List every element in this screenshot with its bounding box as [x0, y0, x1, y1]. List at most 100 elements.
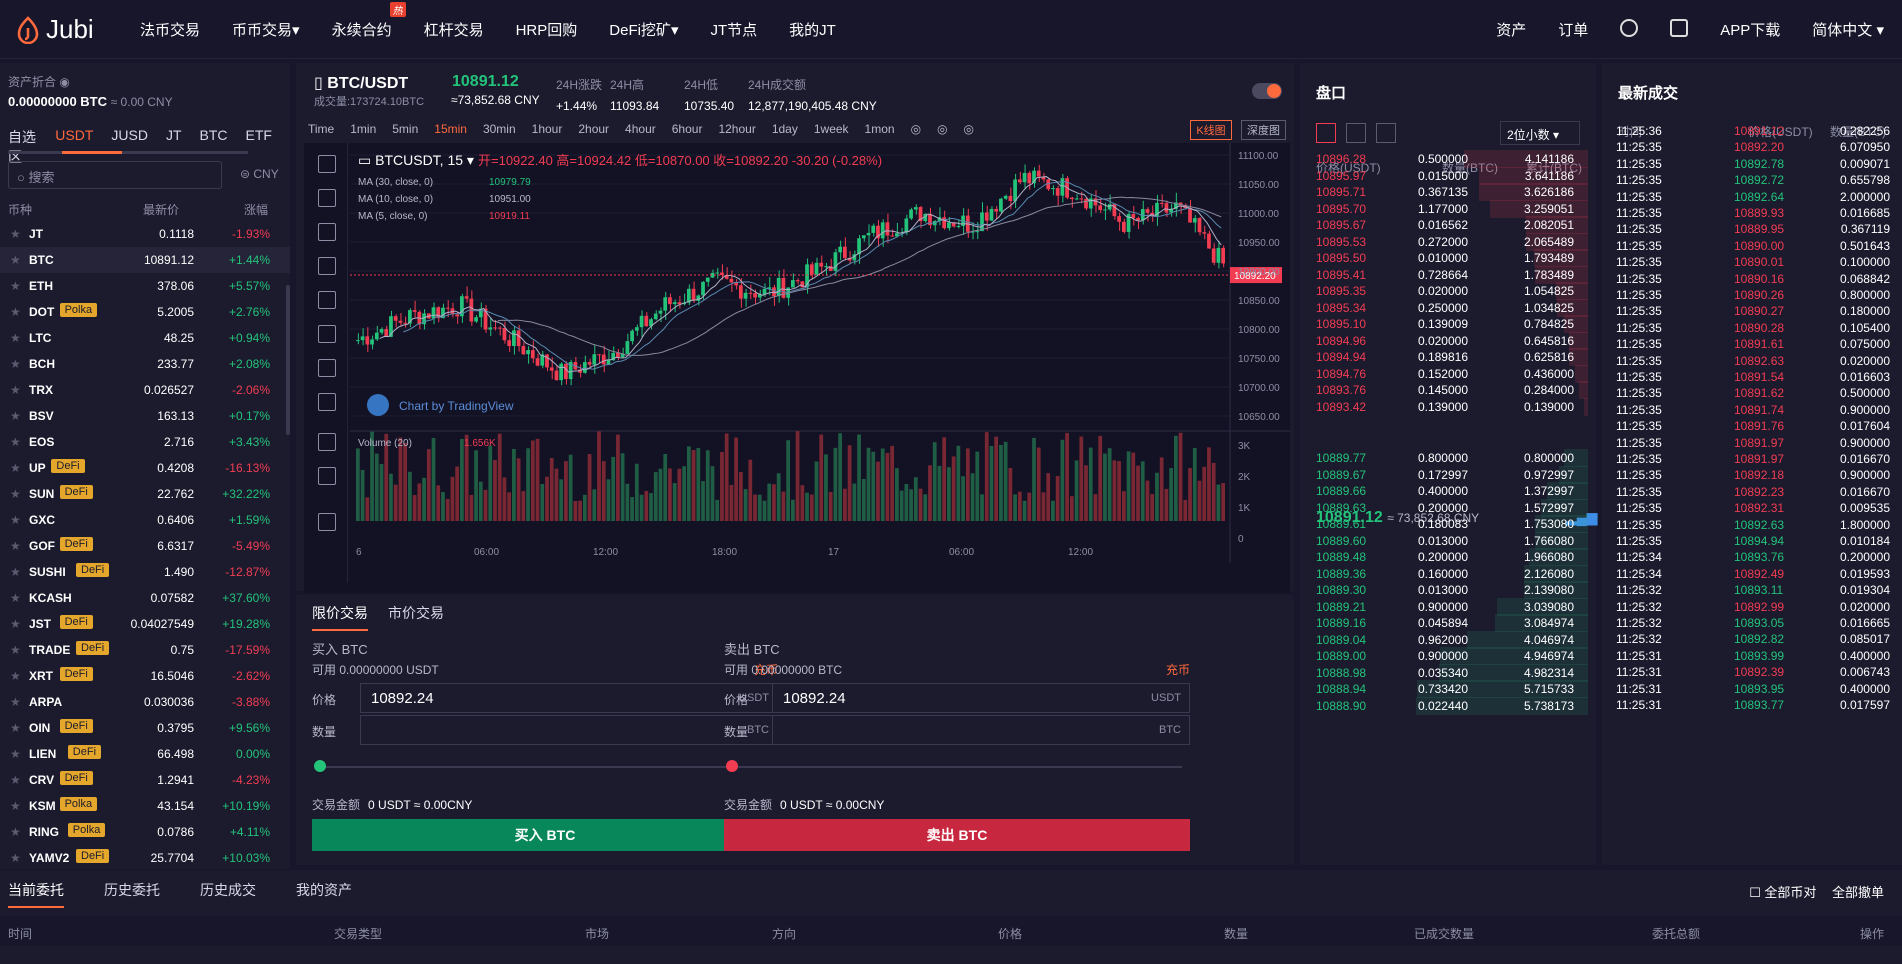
star-icon[interactable]: ★ [10, 305, 21, 319]
list-item[interactable]: ★ KSM Polka 43.154 +10.19% [0, 793, 290, 819]
cny-toggle[interactable]: ⊜ CNY [240, 167, 279, 181]
list-item[interactable]: ★ CRV DeFi 1.2941 -4.23% [0, 767, 290, 793]
cancel-all-button[interactable]: 全部撤单 [1832, 885, 1884, 900]
orders-tab-2[interactable]: 历史成交 [200, 880, 256, 908]
star-icon[interactable]: ★ [10, 513, 21, 527]
book-row[interactable]: 10893.42 0.139000 0.139000 [1300, 397, 1588, 417]
col-change[interactable]: 涨幅 [244, 201, 268, 218]
market-tab-5[interactable]: ETF [246, 127, 272, 167]
depth-button[interactable]: 深度图 [1241, 120, 1286, 140]
list-item[interactable]: ★ UP DeFi 0.4208 -16.13% [0, 455, 290, 481]
star-icon[interactable]: ★ [10, 383, 21, 397]
nav-assets[interactable]: 资产 [1496, 19, 1526, 40]
buy-button[interactable]: 买入 BTC [312, 819, 778, 851]
star-icon[interactable]: ★ [10, 435, 21, 449]
sell-deposit-link[interactable]: 充币 [1166, 661, 1190, 678]
list-item[interactable]: ★ TRX 0.026527 -2.06% [0, 377, 290, 403]
timeframe-2[interactable]: 5min [392, 122, 418, 136]
orders-tab-0[interactable]: 当前委托 [8, 880, 64, 908]
buy-qty-input[interactable]: BTC [360, 715, 778, 745]
star-icon[interactable]: ★ [10, 487, 21, 501]
candlestick-chart[interactable]: 10892.20 11100.00 11050.00 11000.00 10950.00… [304, 143, 1290, 593]
tab-limit[interactable]: 限价交易 [312, 603, 368, 631]
sell-qty-input[interactable]: BTC [772, 715, 1190, 745]
timeframe-10[interactable]: 1day [772, 122, 798, 136]
list-item[interactable]: ★ YAMV2 DeFi 25.7704 +10.03% [0, 845, 290, 871]
language-select[interactable]: 简体中文 ▾ [1812, 19, 1884, 40]
book-bids-icon[interactable] [1346, 123, 1366, 143]
orders-tab-3[interactable]: 我的资产 [296, 880, 352, 908]
pair-title[interactable]: ▯ BTC/USDT [314, 73, 408, 93]
star-icon[interactable]: ★ [10, 643, 21, 657]
nav-item-5[interactable]: DeFi挖矿 [609, 19, 671, 40]
list-item[interactable]: ★ LTC 48.25 +0.94% [0, 325, 290, 351]
star-icon[interactable]: ★ [10, 409, 21, 423]
timeframe-9[interactable]: 12hour [718, 122, 755, 136]
list-item[interactable]: ★ KCASH 0.07582 +37.60% [0, 585, 290, 611]
list-item[interactable]: ★ GOF DeFi 6.6317 -5.49% [0, 533, 290, 559]
star-icon[interactable]: ★ [10, 825, 21, 839]
list-item[interactable]: ★ BCH 233.77 +2.08% [0, 351, 290, 377]
tab-market[interactable]: 市价交易 [388, 603, 444, 631]
timeframe-1[interactable]: 1min [350, 122, 376, 136]
indicator-icon[interactable]: ◎ [937, 122, 947, 136]
timeframe-8[interactable]: 6hour [672, 122, 703, 136]
book-both-icon[interactable] [1316, 123, 1336, 143]
star-icon[interactable]: ★ [10, 565, 21, 579]
star-icon[interactable]: ★ [10, 851, 21, 865]
fullscreen-icon[interactable]: ◎ [964, 122, 974, 136]
star-icon[interactable]: ★ [10, 695, 21, 709]
star-icon[interactable]: ★ [10, 539, 21, 553]
nav-item-3[interactable]: 杠杆交易 [424, 19, 484, 40]
timeframe-6[interactable]: 2hour [578, 122, 609, 136]
star-icon[interactable]: ★ [10, 721, 21, 735]
nav-item-2[interactable]: 永续合约热 [332, 2, 406, 40]
list-item[interactable]: ★ BSV 163.13 +0.17% [0, 403, 290, 429]
timeframe-4[interactable]: 30min [483, 122, 516, 136]
timeframe-12[interactable]: 1mon [865, 122, 895, 136]
search-input[interactable]: ○ 搜索 [8, 161, 222, 189]
star-icon[interactable]: ★ [10, 747, 21, 761]
star-icon[interactable]: ★ [10, 461, 21, 475]
timeframe-7[interactable]: 4hour [625, 122, 656, 136]
list-item[interactable]: ★ ARPA 0.030036 -3.88% [0, 689, 290, 715]
list-item[interactable]: ★ XRT DeFi 16.5046 -2.62% [0, 663, 290, 689]
scrollbar[interactable] [286, 285, 290, 435]
list-item[interactable]: ★ SUSHI DeFi 1.490 -12.87% [0, 559, 290, 585]
list-item[interactable]: ★ GXC 0.6406 +1.59% [0, 507, 290, 533]
list-item[interactable]: ★ JT 0.1118 -1.93% [0, 221, 290, 247]
buy-price-input[interactable]: 10892.24 USDT [360, 683, 778, 713]
star-icon[interactable]: ★ [10, 591, 21, 605]
nav-orders[interactable]: 订单 [1558, 19, 1588, 40]
nav-item-7[interactable]: 我的JT [789, 19, 836, 40]
star-icon[interactable]: ★ [10, 669, 21, 683]
timeframe-3[interactable]: 15min [434, 122, 467, 136]
book-row[interactable]: 10888.90 0.022440 5.738173 [1300, 696, 1588, 716]
nav-app-download[interactable]: APP下载 [1720, 19, 1780, 40]
sell-price-input[interactable]: 10892.24 USDT [772, 683, 1190, 713]
decimals-select[interactable]: 2位小数 ▾ [1500, 121, 1580, 145]
nav-item-1[interactable]: 币币交易 [232, 19, 292, 40]
nav-item-0[interactable]: 法币交易 [140, 19, 200, 40]
star-icon[interactable]: ★ [10, 279, 21, 293]
sell-button[interactable]: 卖出 BTC [724, 819, 1190, 851]
list-item[interactable]: ★ ETH 378.06 +5.57% [0, 273, 290, 299]
theme-toggle[interactable] [1252, 83, 1282, 99]
book-asks-icon[interactable] [1376, 123, 1396, 143]
list-item[interactable]: ★ TRADE DeFi 0.75 -17.59% [0, 637, 290, 663]
list-item[interactable]: ★ LIEN DeFi 66.498 0.00% [0, 741, 290, 767]
list-item[interactable]: ★ OIN DeFi 0.3795 +9.56% [0, 715, 290, 741]
settings-icon[interactable]: ◎ [911, 122, 921, 136]
bulb-icon[interactable] [1620, 18, 1639, 41]
star-icon[interactable]: ★ [10, 331, 21, 345]
all-pairs-checkbox[interactable]: ☐ 全部币对 [1749, 885, 1816, 900]
star-icon[interactable]: ★ [10, 253, 21, 267]
list-item[interactable]: ★ DOT Polka 5.2005 +2.76% [0, 299, 290, 325]
star-icon[interactable]: ★ [10, 799, 21, 813]
kline-button[interactable]: K线图 [1190, 120, 1232, 140]
sell-slider[interactable] [726, 760, 1182, 772]
timeframe-5[interactable]: 1hour [532, 122, 563, 136]
nav-item-4[interactable]: HRP回购 [516, 19, 578, 40]
buy-slider[interactable] [314, 760, 770, 772]
col-price[interactable]: 最新价 [143, 201, 179, 218]
